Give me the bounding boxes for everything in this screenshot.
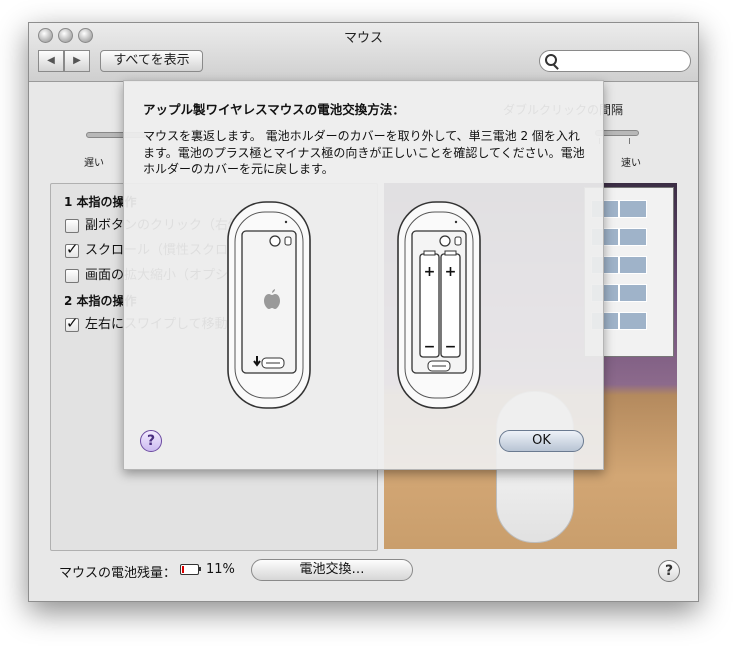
- minus-icon: −: [424, 339, 436, 355]
- secondary-click-checkbox[interactable]: [65, 218, 79, 233]
- scroll-checkbox[interactable]: [65, 240, 79, 258]
- slow-label: 遅い: [84, 158, 104, 169]
- window-title: マウス: [343, 31, 383, 46]
- back-icon: ◀: [47, 55, 55, 66]
- sheet-body-text: マウスを裏返します。 電池ホルダーのカバーを取り外して、単三電池 2 個を入れま…: [143, 129, 585, 176]
- battery-tip: [199, 567, 201, 571]
- battery-label: マウスの電池残量：: [59, 566, 177, 581]
- plus-icon: +: [445, 264, 457, 280]
- slider-tick: [629, 138, 630, 144]
- swipe-checkbox[interactable]: [65, 314, 79, 332]
- show-all-button[interactable]: すべてを表示: [100, 50, 203, 72]
- photo-thumb: [619, 256, 647, 274]
- battery-percent: 11%: [206, 562, 235, 577]
- battery-instructions-sheet: アップル製ワイヤレスマウスの電池交換方法： マウスを裏返します。 電池ホルダーの…: [123, 80, 604, 470]
- search-field[interactable]: [539, 50, 691, 72]
- mouse-bottom-open-illustration: + + − −: [397, 201, 481, 409]
- sheet-title: アップル製ワイヤレスマウスの電池交換方法：: [143, 102, 405, 117]
- title-bar: マウス ◀ ▶ すべてを表示: [29, 23, 698, 82]
- fast-label: 速い: [621, 158, 641, 169]
- photo-thumb: [619, 312, 647, 330]
- replace-battery-button[interactable]: 電池交換…: [251, 559, 413, 581]
- forward-button[interactable]: ▶: [64, 50, 90, 72]
- ok-button[interactable]: OK: [499, 430, 584, 452]
- battery-icon: [180, 564, 199, 575]
- help-button[interactable]: ?: [658, 560, 680, 582]
- photo-thumb: [619, 228, 647, 246]
- back-button[interactable]: ◀: [38, 50, 64, 72]
- plus-icon: +: [424, 264, 436, 280]
- zoom-checkbox[interactable]: [65, 268, 79, 283]
- minus-icon: −: [445, 339, 457, 355]
- mouse-bottom-closed-illustration: [227, 201, 311, 409]
- photo-thumb: [619, 200, 647, 218]
- battery-fill: [182, 566, 184, 573]
- photo-thumb: [619, 284, 647, 302]
- sheet-help-button[interactable]: ?: [140, 430, 162, 452]
- forward-icon: ▶: [73, 55, 81, 66]
- search-icon: [545, 54, 557, 66]
